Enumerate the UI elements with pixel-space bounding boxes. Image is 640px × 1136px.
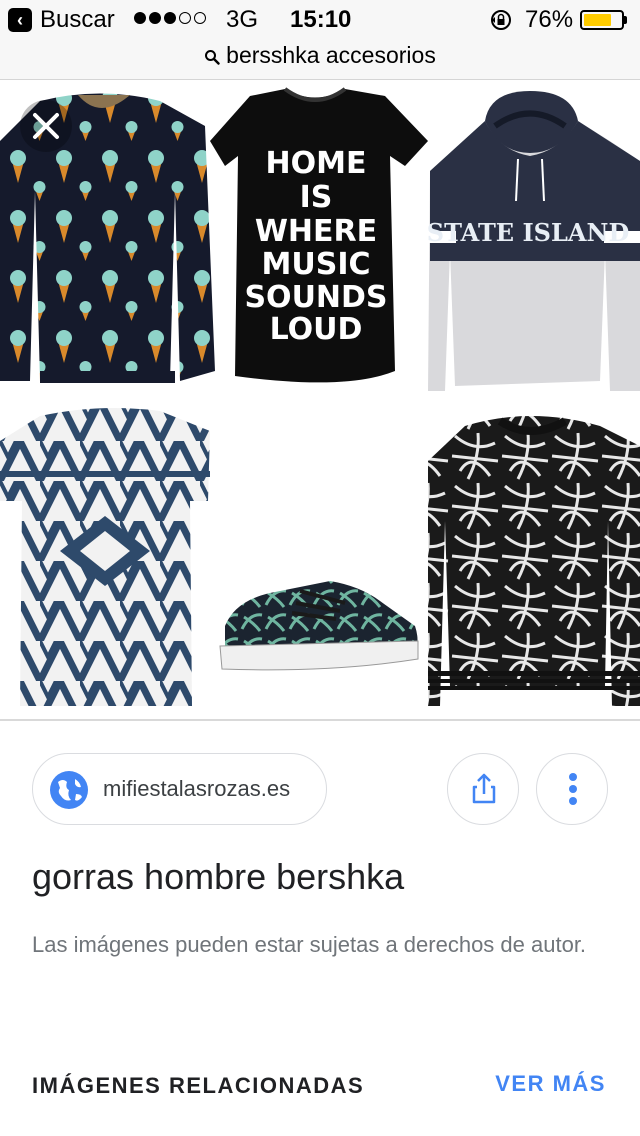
clock: 15:10 (290, 6, 352, 33)
copyright-notice: Las imágenes pueden estar sujetas a dere… (32, 932, 587, 957)
hoodie-print: STATE ISLAND (427, 218, 630, 247)
close-button[interactable] (20, 100, 72, 152)
image-title[interactable]: gorras hombre bershka (32, 856, 404, 898)
battery-cap (624, 16, 627, 24)
aztec-tshirt-image (0, 407, 210, 706)
music-tshirt-image: HOME IS WHERE MUSIC SOUNDS LOUD (210, 87, 428, 383)
tshirt-print-line: HOME (266, 146, 367, 181)
globe-icon (50, 771, 88, 809)
signal-dot (164, 12, 176, 24)
battery-percent: 76% (525, 6, 574, 33)
search-icon (205, 49, 220, 65)
back-icon[interactable]: ‹ (8, 8, 32, 32)
see-more-link[interactable]: VER MÁS (495, 1071, 606, 1097)
address-bar-content[interactable]: bersshka accesorios (0, 42, 640, 69)
tshirt-print-line: SOUNDS (244, 280, 387, 315)
signal-dot (134, 12, 146, 24)
clothing-collage: HOME IS WHERE MUSIC SOUNDS LOUD STATE IS… (0, 87, 640, 706)
signal-dot (179, 12, 191, 24)
more-options-button[interactable] (536, 753, 608, 825)
rotation-lock-icon (491, 10, 511, 30)
tshirt-print-line: MUSIC (262, 247, 371, 282)
sneaker-image (219, 581, 419, 671)
tshirt-print-line: LOUD (270, 312, 363, 347)
related-images-heading: IMÁGENES RELACIONADAS (32, 1073, 365, 1098)
network-type: 3G (226, 6, 259, 33)
signal-dot (149, 12, 161, 24)
share-icon (472, 773, 496, 804)
tshirt-print-line: WHERE (255, 214, 377, 249)
battery-fill (584, 14, 612, 26)
result-image[interactable]: HOME IS WHERE MUSIC SOUNDS LOUD STATE IS… (0, 81, 640, 719)
status-bar: ‹ Buscar 3G 15:10 76% (0, 0, 640, 40)
palm-sweater-image (428, 416, 640, 706)
tshirt-print-line: IS (300, 180, 333, 215)
more-vertical-icon (569, 773, 577, 805)
search-query[interactable]: bersshka accesorios (226, 42, 436, 68)
signal-strength (134, 12, 206, 24)
battery-icon (580, 10, 624, 30)
signal-dot (194, 12, 206, 24)
source-site-label[interactable]: mifiestalasrozas.es (103, 776, 290, 802)
hoodie-image: STATE ISLAND (427, 91, 640, 391)
source-site-chip[interactable]: mifiestalasrozas.es (32, 753, 327, 825)
share-button[interactable] (447, 753, 519, 825)
back-to-app-label[interactable]: Buscar (40, 6, 115, 34)
divider (0, 719, 640, 721)
sweater-hem-stripes (428, 671, 640, 690)
address-bar[interactable]: bersshka accesorios (0, 40, 640, 80)
close-icon (33, 113, 59, 139)
